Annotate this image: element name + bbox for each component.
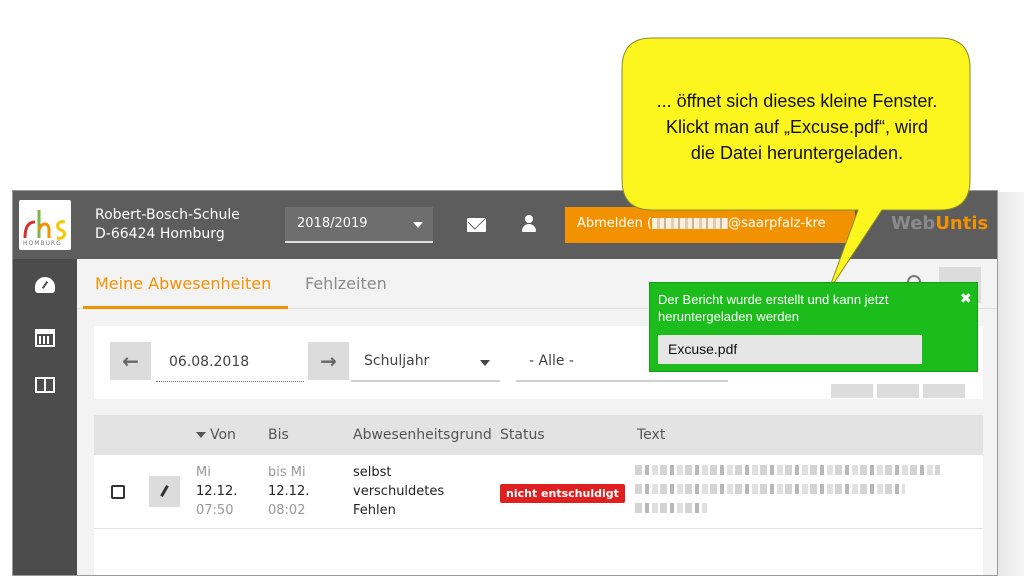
report-ready-toast: Der Bericht wurde erstellt und kann jetz… [649, 282, 978, 372]
callout-line-2: Klickt man auf „Excuse.pdf“, wird [665, 117, 929, 137]
toast-message: Der Bericht wurde erstellt und kann jetz… [658, 292, 889, 324]
close-icon[interactable]: ✖ [960, 291, 972, 307]
screenshot-stage: HOMBURG Robert-Bosch-Schule D-66424 Homb… [0, 0, 1024, 576]
callout-line-1: ... öffnet sich dieses kleine Fenster. [656, 91, 938, 111]
callout-text: ... öffnet sich dieses kleine Fenster. K… [630, 88, 964, 166]
download-file-link[interactable]: Excuse.pdf [658, 335, 922, 364]
callout-line-3: die Datei heruntergeladen. [690, 143, 904, 163]
